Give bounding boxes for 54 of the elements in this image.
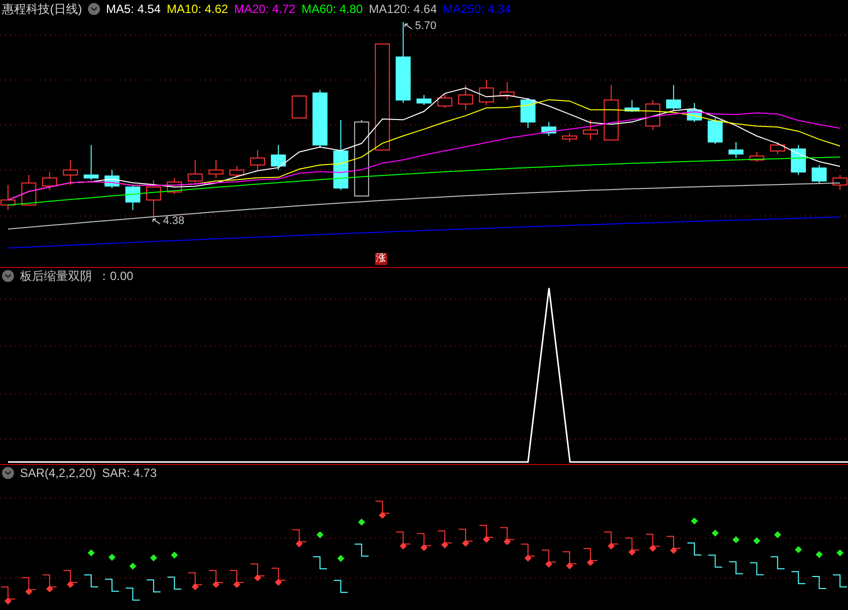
candlestick — [812, 164, 827, 184]
candlestick — [458, 84, 474, 110]
sar-name: SAR(4,2,2,20) — [20, 467, 96, 479]
moving-average-value: MA250: 4.34 — [442, 3, 511, 15]
candlestick — [790, 144, 806, 176]
candlestick — [500, 82, 515, 100]
collapse-icon[interactable] — [88, 3, 100, 15]
candlestick — [146, 180, 162, 218]
candlestick — [229, 166, 244, 178]
arrow-icon — [152, 218, 161, 225]
candlestick — [770, 142, 786, 154]
collapse-icon[interactable] — [2, 270, 14, 282]
candlestick — [582, 120, 598, 140]
candlestick — [84, 144, 99, 180]
candlestick — [250, 150, 266, 170]
candlestick — [541, 122, 556, 136]
indicator-name: 板后缩量双阴 — [20, 270, 92, 282]
candlestick — [125, 184, 140, 210]
candlestick — [437, 94, 452, 108]
limit-up-marker: 涨 — [375, 253, 387, 265]
candlestick — [292, 96, 307, 118]
candlestick — [42, 172, 58, 190]
candlestick — [686, 102, 702, 122]
moving-average-value: MA5: 4.54 — [106, 3, 161, 15]
candlestick — [645, 100, 660, 130]
candlestick — [166, 178, 182, 194]
candlestick — [520, 98, 536, 128]
moving-average-value: MA60: 4.80 — [301, 3, 363, 15]
candlestick — [104, 170, 120, 188]
arrow-icon — [404, 22, 413, 30]
candlestick — [270, 144, 286, 170]
high-price-label: 5.70 — [404, 18, 436, 34]
stock-title: 惠程科技(日线) — [2, 3, 82, 15]
candlestick — [708, 118, 723, 144]
low-price-label: 4.38 — [152, 213, 184, 230]
moving-average-value: MA20: 4.72 — [234, 3, 296, 15]
collapse-icon[interactable] — [2, 467, 14, 479]
indicator-value: ：0.00 — [98, 270, 134, 282]
candlestick — [728, 142, 744, 158]
candlestick — [666, 84, 682, 110]
candlestick — [62, 160, 78, 186]
candlestick — [21, 174, 36, 206]
candlestick — [188, 160, 203, 186]
candlestick — [208, 160, 224, 178]
sar-value: SAR: 4.73 — [102, 467, 157, 479]
candlestick — [749, 152, 764, 162]
candlestick — [478, 80, 494, 106]
moving-average-value: MA10: 4.62 — [166, 3, 228, 15]
candlestick — [333, 120, 348, 190]
moving-average-value: MA120: 4.64 — [368, 3, 437, 15]
candlestick — [624, 100, 640, 112]
candlestick — [312, 90, 328, 148]
candlestick — [604, 84, 619, 140]
candlestick — [416, 94, 432, 106]
